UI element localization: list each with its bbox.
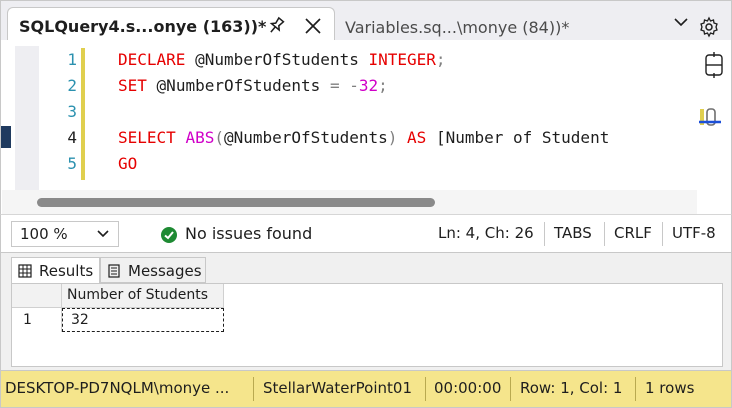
code-line-1[interactable]: DECLARE @NumberOfStudents INTEGER; — [118, 50, 446, 69]
divider — [425, 377, 426, 401]
gear-icon[interactable] — [698, 16, 720, 38]
current-line-marker — [1, 126, 11, 148]
horizontal-scroll-thumb[interactable] — [37, 198, 435, 207]
zoom-dropdown[interactable]: 100 % — [11, 221, 119, 247]
divider — [253, 377, 254, 401]
cursor-row-col: Row: 1, Col: 1 — [520, 379, 623, 397]
tab-sqlquery4-title: SQLQuery4.s...onye (163))* — [19, 17, 267, 36]
line-ending[interactable]: CRLF — [614, 224, 652, 242]
zoom-value: 100 % — [20, 225, 68, 243]
column-header[interactable]: Number of Students — [62, 284, 224, 308]
editor-margin — [15, 46, 39, 190]
tab-variables[interactable]: Variables.sq...\monye (84))* — [345, 9, 671, 39]
elapsed-time: 00:00:00 — [434, 379, 502, 397]
grid-icon — [18, 264, 32, 278]
cursor-position[interactable]: Ln: 4, Ch: 26 — [438, 224, 534, 242]
database-name: StellarWaterPoint01 — [263, 379, 412, 397]
tab-messages[interactable]: Messages — [100, 257, 206, 283]
change-tracking-bar — [81, 48, 85, 180]
horizontal-scrollbar[interactable] — [2, 190, 697, 214]
tab-results[interactable]: Results — [11, 257, 100, 283]
results-pane: Results Messages Number of Students 1 32 — [0, 252, 732, 370]
server-connection: DESKTOP-PD7NQLM\monye ... — [5, 379, 230, 397]
divider — [604, 222, 605, 246]
table-cell[interactable]: 32 — [62, 308, 224, 332]
tab-results-label: Results — [39, 262, 94, 280]
tab-sqlquery4[interactable]: SQLQuery4.s...onye (163))* — [7, 7, 335, 43]
divider — [635, 377, 636, 401]
query-editor[interactable]: 1 2 3 4 5 DECLARE @NumberOfStudents INTE… — [0, 40, 732, 214]
line-number: 1 — [67, 50, 77, 69]
pin-icon[interactable] — [265, 15, 287, 37]
close-icon[interactable] — [302, 15, 324, 37]
encoding[interactable]: UTF-8 — [672, 224, 716, 242]
code-line-5[interactable]: GO — [118, 154, 137, 173]
code-line-2[interactable]: SET @NumberOfStudents = -32; — [118, 76, 388, 95]
vertical-scrollbar[interactable] — [697, 40, 731, 190]
tab-messages-label: Messages — [128, 262, 202, 280]
tab-variables-title: Variables.sq...\monye (84))* — [345, 18, 570, 37]
row-header[interactable]: 1 — [12, 308, 62, 332]
grid-corner[interactable] — [12, 284, 62, 308]
issues-status[interactable]: No issues found — [185, 224, 312, 243]
message-icon — [108, 264, 120, 278]
document-tab-strip: SQLQuery4.s...onye (163))* Variables.sq.… — [0, 0, 732, 43]
chevron-down-icon — [97, 230, 109, 238]
split-editor-icon[interactable] — [703, 52, 725, 78]
scroll-map-thumb[interactable] — [699, 108, 721, 130]
line-number: 5 — [67, 154, 77, 173]
chevron-down-icon[interactable] — [672, 15, 690, 29]
line-number: 3 — [67, 102, 77, 121]
check-circle-icon — [161, 227, 177, 243]
query-status-bar: DESKTOP-PD7NQLM\monye ... StellarWaterPo… — [0, 370, 732, 408]
code-line-4[interactable]: SELECT ABS(@NumberOfStudents) AS [Number… — [118, 128, 609, 147]
results-grid[interactable]: Number of Students 1 32 — [11, 283, 723, 367]
indent-mode[interactable]: TABS — [554, 224, 592, 242]
divider — [662, 222, 663, 246]
row-count: 1 rows — [645, 379, 695, 397]
divider — [544, 222, 545, 246]
divider — [510, 377, 511, 401]
editor-info-bar: 100 % No issues found Ln: 4, Ch: 26 TABS… — [0, 214, 732, 252]
line-number: 4 — [67, 128, 77, 147]
editor-viewport[interactable]: 1 2 3 4 5 DECLARE @NumberOfStudents INTE… — [1, 40, 697, 190]
line-number: 2 — [67, 76, 77, 95]
